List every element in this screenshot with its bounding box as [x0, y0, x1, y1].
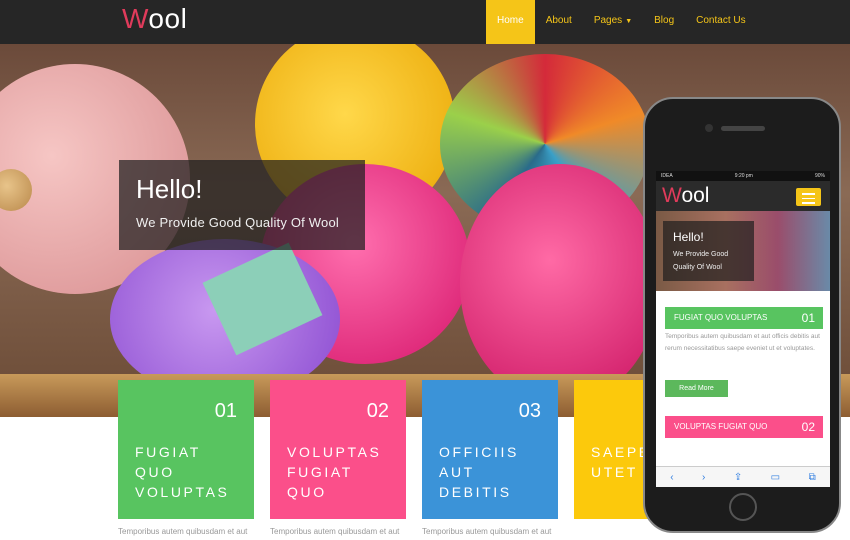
- browser-toolbar: ‹ › ⇪ ▭ ⧉: [656, 466, 830, 487]
- mobile-hero-caption: Hello! We Provide Good Quality Of Wool: [663, 221, 754, 281]
- nav-contact[interactable]: Contact Us: [685, 0, 756, 44]
- site-logo[interactable]: Wool: [122, 3, 187, 35]
- nav-home[interactable]: Home: [486, 0, 535, 44]
- mobile-hero-image: Hello! We Provide Good Quality Of Wool: [656, 211, 830, 291]
- back-arrow-icon[interactable]: ‹: [670, 472, 673, 483]
- hero-subtitle: We Provide Good Quality Of Wool: [136, 215, 339, 230]
- nav-about[interactable]: About: [535, 0, 583, 44]
- main-nav: Home About Pages ▼ Blog Contact Us: [486, 0, 757, 44]
- mobile-logo[interactable]: Wool: [662, 184, 709, 208]
- feature-card-2[interactable]: 02 VOLUPTAS FUGIAT QUO: [270, 380, 406, 519]
- caret-down-icon: ▼: [625, 18, 633, 25]
- phone-screen: IDEA 9:20 pm 90% Wool Hello! We Provide …: [656, 171, 830, 487]
- mobile-navbar: Wool: [656, 181, 830, 211]
- forward-arrow-icon[interactable]: ›: [702, 472, 705, 483]
- tabs-icon[interactable]: ⧉: [809, 472, 816, 483]
- speaker-grille: [721, 126, 765, 131]
- nav-blog[interactable]: Blog: [643, 0, 685, 44]
- mobile-body-text: Temporibus autem quibusdam et aut offici…: [665, 333, 820, 352]
- home-button[interactable]: [729, 493, 757, 521]
- bookmarks-icon[interactable]: ▭: [771, 472, 780, 483]
- phone-status-bar: IDEA 9:20 pm 90%: [656, 171, 830, 181]
- share-icon[interactable]: ⇪: [734, 472, 742, 483]
- read-more-button[interactable]: Read More: [665, 380, 728, 397]
- camera-icon: [705, 124, 713, 132]
- nav-pages[interactable]: Pages ▼: [583, 0, 643, 44]
- yarn-ball-magenta-right: [460, 164, 660, 404]
- hamburger-menu-icon[interactable]: [796, 188, 821, 206]
- feature-card-3[interactable]: 03 OFFICIIS AUT DEBITIS: [422, 380, 558, 519]
- card-caption-2: Temporibus autem quibusdam et aut: [270, 527, 400, 536]
- card-caption-3: Temporibus autem quibusdam et aut: [422, 527, 552, 536]
- feature-card-1[interactable]: 01 FUGIAT QUO VOLUPTAS: [118, 380, 254, 519]
- mobile-feature-bar-1[interactable]: FUGIAT QUO VOLUPTAS 01: [665, 307, 823, 329]
- phone-mockup: IDEA 9:20 pm 90% Wool Hello! We Provide …: [643, 97, 841, 533]
- top-navbar: Wool Home About Pages ▼ Blog Contact Us: [0, 0, 850, 44]
- mobile-feature-bar-2[interactable]: VOLUPTAS FUGIAT QUO 02: [665, 416, 823, 438]
- card-caption-1: Temporibus autem quibusdam et aut: [118, 527, 248, 536]
- hero-caption-box: Hello! We Provide Good Quality Of Wool: [119, 160, 365, 250]
- hero-title: Hello!: [136, 174, 203, 204]
